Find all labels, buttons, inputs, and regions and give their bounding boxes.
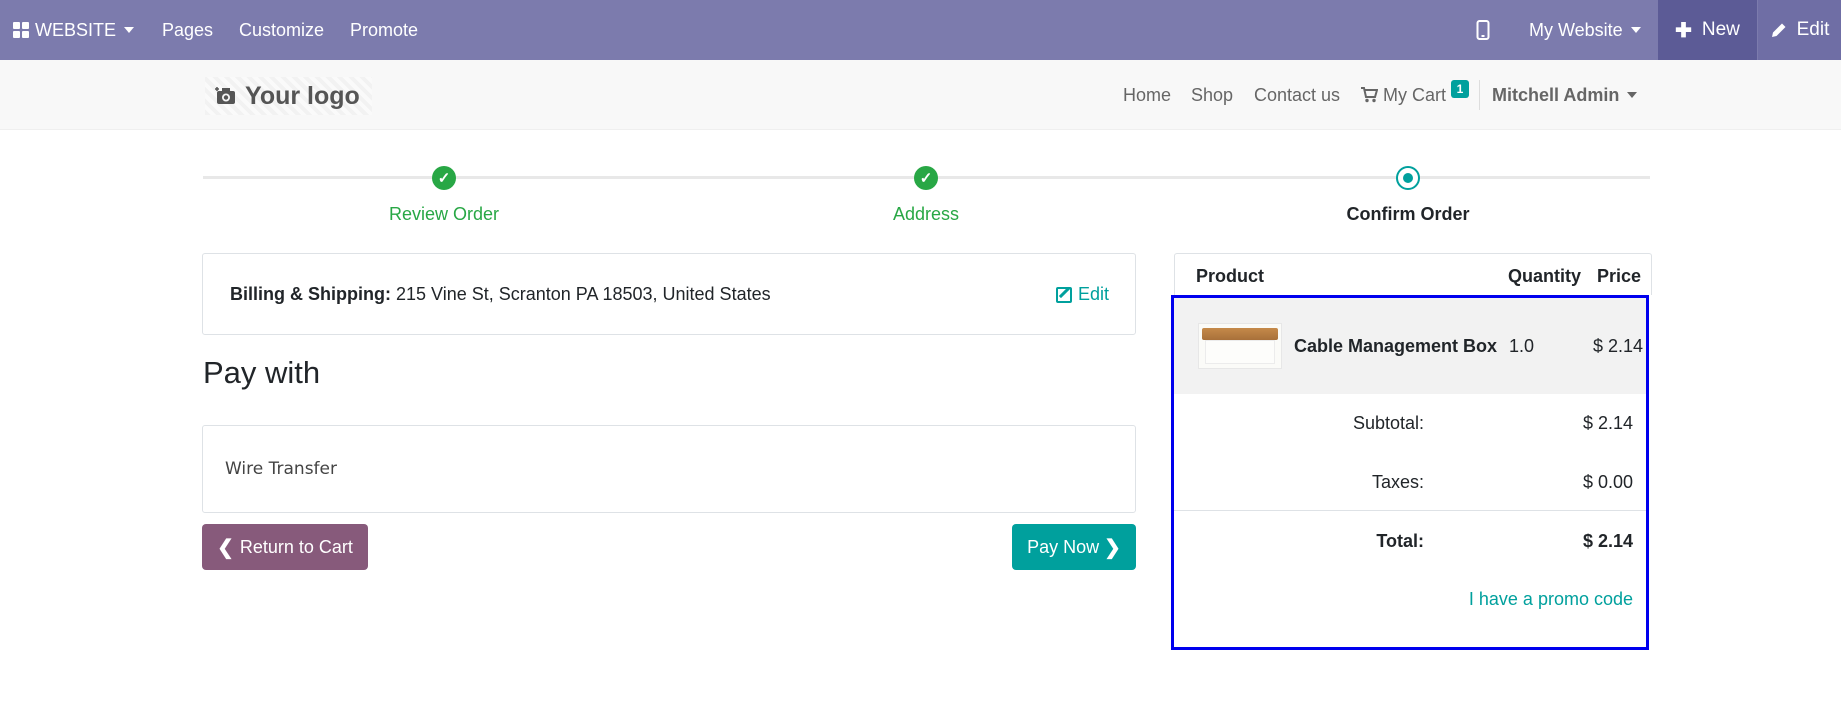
caret-down-icon: [1630, 27, 1641, 33]
shopping-cart-icon: [1361, 87, 1378, 103]
cart-label: My Cart: [1383, 84, 1446, 105]
subtotal-label: Subtotal:: [1352, 413, 1424, 433]
nav-home[interactable]: Home: [1123, 60, 1171, 130]
col-product: Product: [1196, 266, 1265, 286]
step-confirm-current-icon: [1396, 166, 1420, 190]
billing-shipping-card: Billing & Shipping: 215 Vine St, Scranto…: [202, 253, 1136, 335]
payment-method-card[interactable]: Wire Transfer: [202, 425, 1136, 513]
total-value: $ 2.14: [1582, 531, 1633, 551]
menu-pages[interactable]: Pages: [162, 0, 213, 60]
edit-page-button[interactable]: Edit: [1758, 0, 1841, 60]
product-name[interactable]: Cable Management Box: [1294, 336, 1497, 357]
edit-address-link[interactable]: Edit: [1055, 284, 1109, 305]
site-selector[interactable]: My Website: [1529, 0, 1641, 60]
camera-icon: [215, 87, 235, 104]
return-to-cart-button[interactable]: ❮ Return to Cart: [202, 524, 368, 570]
caret-down-icon: [124, 27, 135, 33]
pencil-icon: [1771, 23, 1786, 37]
taxes-label: Taxes:: [1371, 472, 1424, 492]
pay-with-heading: Pay with: [203, 355, 321, 390]
product-price: $ 2.14: [1593, 336, 1644, 356]
cart-line-item: Cable Management Box 1.0 $ 2.14: [1174, 298, 1646, 394]
site-logo[interactable]: Your logo: [205, 77, 372, 115]
step-address-check-icon: ✓: [914, 166, 938, 190]
pay-now-label: Pay Now: [1027, 536, 1100, 557]
site-selector-label: My Website: [1529, 19, 1623, 40]
plus-icon: ✚: [1675, 19, 1692, 42]
nav-divider: [1479, 80, 1480, 110]
col-quantity: Quantity: [1508, 266, 1582, 286]
logo-text: Your logo: [245, 81, 360, 110]
chevron-left-icon: ❮: [217, 536, 234, 559]
product-image[interactable]: [1198, 323, 1282, 369]
admin-bar: WEBSITE Pages Customize Promote My Websi…: [0, 0, 1841, 60]
return-to-cart-label: Return to Cart: [239, 536, 353, 557]
website-menu-label: WEBSITE: [35, 19, 117, 40]
order-summary-box: Cable Management Box 1.0 $ 2.14 Subtotal…: [1171, 295, 1649, 650]
payment-method-label: Wire Transfer: [225, 459, 337, 479]
cart-count-badge: 1: [1451, 80, 1469, 98]
user-name: Mitchell Admin: [1492, 84, 1620, 105]
billing-shipping-text: Billing & Shipping: 215 Vine St, Scranto…: [230, 284, 771, 305]
caret-down-icon: [1627, 92, 1638, 98]
nav-shop[interactable]: Shop: [1191, 60, 1233, 130]
col-price: Price: [1597, 266, 1642, 286]
apps-grid-icon: [13, 22, 29, 38]
order-summary-header: Product Quantity Price: [1174, 253, 1652, 295]
nav-my-cart[interactable]: My Cart: [1361, 60, 1446, 130]
chevron-right-icon: ❯: [1104, 536, 1121, 559]
mobile-preview-button[interactable]: [1476, 0, 1490, 60]
billing-address: 215 Vine St, Scranton PA 18503, United S…: [396, 284, 771, 304]
edit-square-icon: [1055, 286, 1072, 303]
pay-now-button[interactable]: Pay Now ❯: [1012, 524, 1136, 570]
new-button[interactable]: ✚ New: [1658, 0, 1757, 60]
step-review-order[interactable]: Review Order: [389, 204, 499, 225]
step-review-check-icon: ✓: [432, 166, 456, 190]
summary-divider: [1174, 510, 1646, 511]
new-button-label: New: [1701, 19, 1740, 40]
menu-customize[interactable]: Customize: [239, 0, 324, 60]
step-address[interactable]: Address: [893, 204, 959, 225]
menu-promote[interactable]: Promote: [350, 0, 418, 60]
mobile-phone-icon: [1476, 20, 1490, 40]
taxes-value: $ 0.00: [1582, 472, 1633, 492]
billing-shipping-label: Billing & Shipping:: [230, 284, 391, 304]
nav-contact-us[interactable]: Contact us: [1254, 60, 1340, 130]
step-confirm-order: Confirm Order: [1346, 204, 1470, 224]
total-label: Total:: [1376, 531, 1424, 551]
edit-page-label: Edit: [1796, 19, 1830, 40]
promo-code-link[interactable]: I have a promo code: [1469, 589, 1633, 610]
edit-address-label: Edit: [1077, 284, 1109, 304]
subtotal-value: $ 2.14: [1582, 413, 1633, 433]
user-menu[interactable]: Mitchell Admin: [1492, 60, 1638, 130]
product-quantity: 1.0: [1509, 336, 1535, 356]
website-menu[interactable]: WEBSITE: [13, 0, 135, 60]
